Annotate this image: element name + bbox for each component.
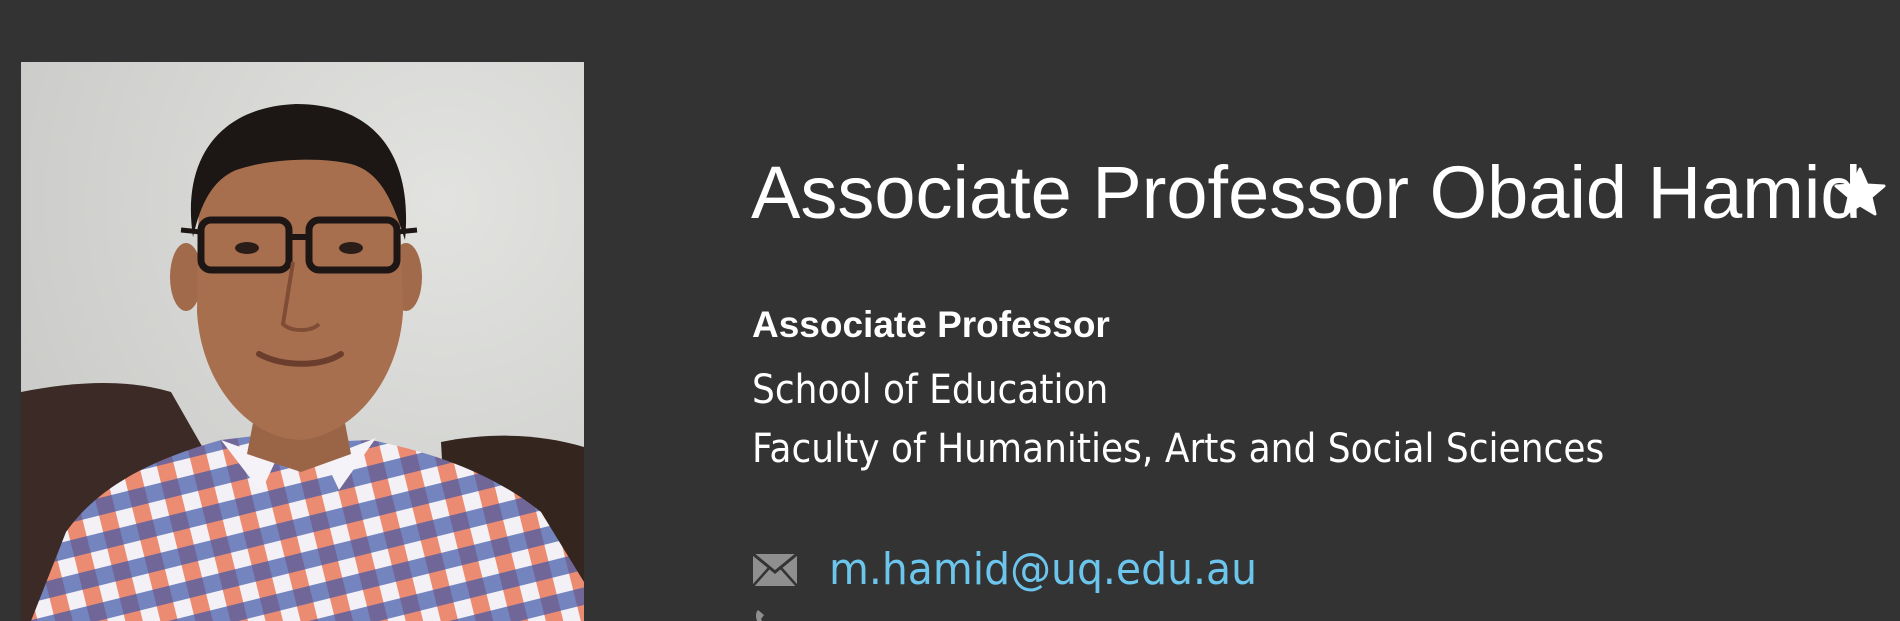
email-contact-row: m.hamid@uq.edu.au: [752, 540, 1289, 600]
phone-icon: [752, 608, 782, 621]
school-name: School of Education: [752, 367, 1109, 413]
profile-photo: [21, 62, 584, 621]
email-link[interactable]: m.hamid@uq.edu.au: [829, 542, 1257, 598]
faculty-name: Faculty of Humanities, Arts and Social S…: [752, 426, 1605, 472]
mail-icon: [752, 553, 798, 587]
phone-contact-row: [752, 608, 782, 621]
position-title: Associate Professor: [752, 304, 1110, 345]
star-icon: [1832, 165, 1888, 221]
favourite-star-button[interactable]: [1832, 165, 1888, 221]
page-title: Associate Professor Obaid Hamid: [751, 151, 1862, 234]
